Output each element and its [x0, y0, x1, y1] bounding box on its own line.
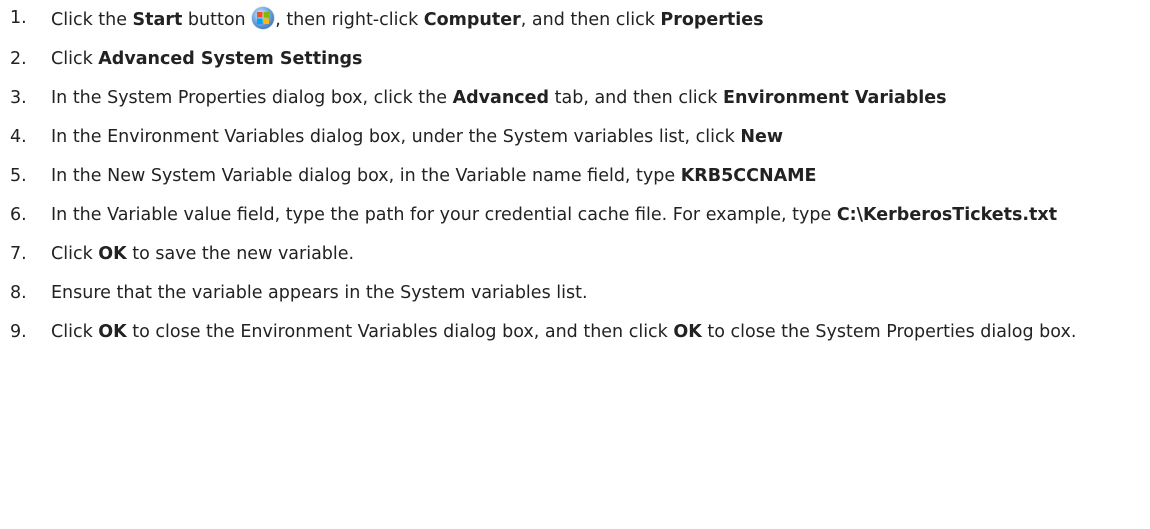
step-keyword: Properties	[660, 10, 764, 30]
step-number: 4.	[10, 127, 27, 147]
step-text: In the System Properties dialog box, cli…	[51, 88, 453, 108]
step-number: 7.	[10, 244, 27, 264]
step-text: Ensure that the variable appears in the …	[51, 283, 588, 303]
step-number: 5.	[10, 166, 27, 186]
step-keyword: OK	[98, 244, 127, 264]
step-keyword: KRB5CCNAME	[680, 166, 817, 186]
step-4: 4. In the Environment Variables dialog b…	[10, 126, 1146, 149]
step-7: 7. Click OK to save the new variable.	[10, 243, 1146, 266]
step-text: , and then click	[520, 10, 661, 30]
step-keyword: OK	[673, 322, 702, 342]
step-1: 1. Click the Start button , then right-c…	[10, 7, 1146, 32]
step-text: to save the new variable.	[126, 244, 355, 264]
step-number: 6.	[10, 205, 27, 225]
step-number: 2.	[10, 49, 27, 69]
step-text: to close the System Properties dialog bo…	[701, 322, 1077, 342]
step-keyword: C:\KerberosTickets.txt	[836, 205, 1058, 225]
step-text: Click	[51, 244, 99, 264]
step-text: In the New System Variable dialog box, i…	[51, 166, 681, 186]
step-number: 3.	[10, 88, 27, 108]
step-text: tab, and then click	[549, 88, 723, 108]
step-text: Click	[51, 322, 99, 342]
step-keyword: Advanced	[452, 88, 550, 108]
step-2: 2. Click Advanced System Settings	[10, 48, 1146, 71]
step-text: button	[182, 10, 252, 30]
windows-start-orb-icon	[252, 7, 275, 29]
step-number: 1.	[10, 8, 27, 28]
step-number: 8.	[10, 283, 27, 303]
step-3: 3. In the System Properties dialog box, …	[10, 87, 1146, 110]
step-6: 6. In the Variable value field, type the…	[10, 204, 1146, 227]
step-text: , then right-click	[275, 10, 424, 30]
step-text: to close the Environment Variables dialo…	[126, 322, 674, 342]
step-keyword: Advanced System Settings	[98, 49, 363, 69]
step-keyword: OK	[98, 322, 127, 342]
step-text: Click the	[51, 10, 133, 30]
instructions-page: 1. Click the Start button , then right-c…	[0, 0, 1150, 529]
step-keyword: New	[740, 127, 784, 147]
step-keyword: Start	[132, 10, 183, 30]
step-text: In the Variable value field, type the pa…	[51, 205, 837, 225]
step-number: 9.	[10, 322, 27, 342]
step-5: 5. In the New System Variable dialog box…	[10, 165, 1146, 188]
step-text: Click	[51, 49, 99, 69]
step-8: 8. Ensure that the variable appears in t…	[10, 282, 1146, 305]
step-keyword: Computer	[423, 10, 521, 30]
steps-list: 1. Click the Start button , then right-c…	[10, 7, 1150, 344]
step-9: 9. Click OK to close the Environment Var…	[10, 321, 1146, 344]
step-text: In the Environment Variables dialog box,…	[51, 127, 741, 147]
step-keyword: Environment Variables	[722, 88, 947, 108]
